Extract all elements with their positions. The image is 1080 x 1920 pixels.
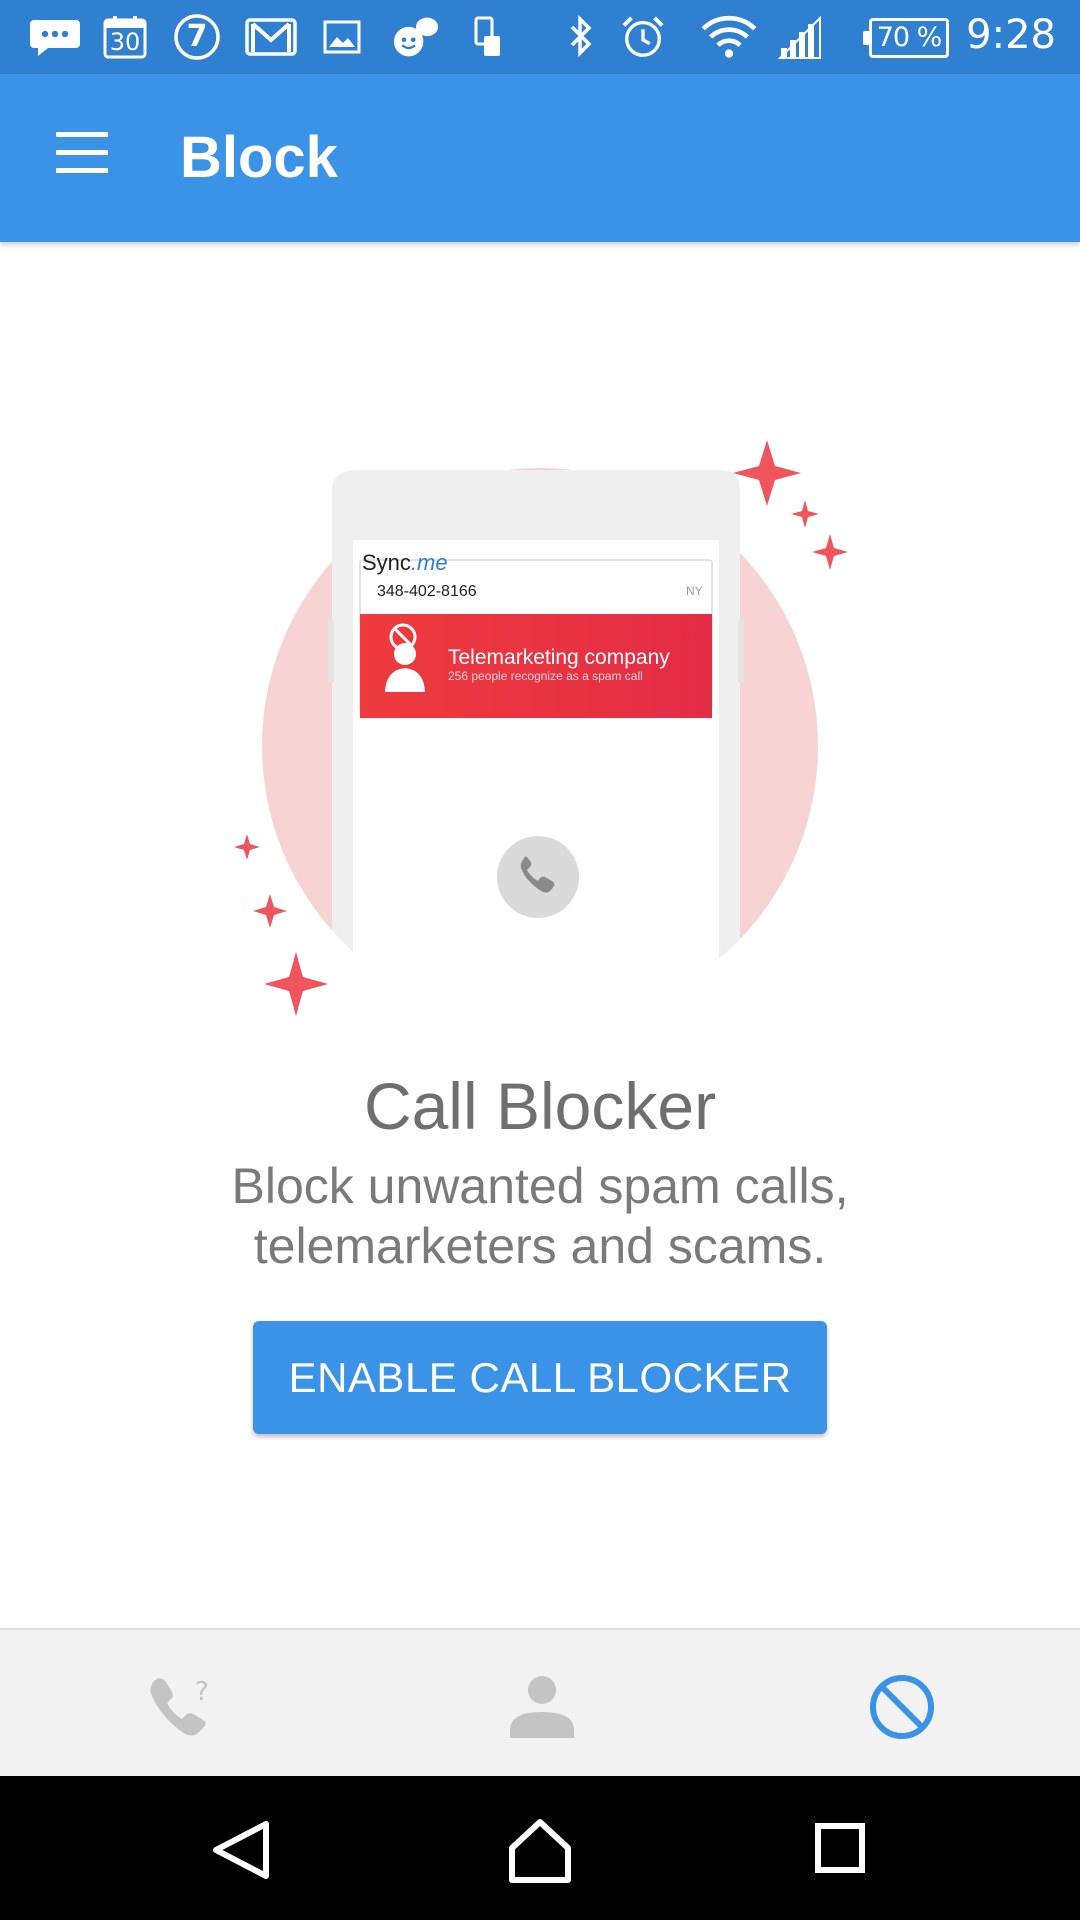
message-icon <box>30 20 80 56</box>
bottom-tab-bar: ? <box>0 1628 1080 1776</box>
home-icon <box>509 1819 571 1883</box>
gmail-icon <box>245 18 297 56</box>
call-blocker-description: Block unwanted spam calls, telemarketers… <box>231 1158 849 1274</box>
screen: 30 7 70 % 9:28 Block Sync.me 348-402-816… <box>0 0 1080 1920</box>
back-button[interactable] <box>192 1800 292 1900</box>
clock: 9:28 <box>966 12 1056 58</box>
status-bar: 30 7 70 % 9:28 <box>0 0 1080 74</box>
gallery-icon <box>323 20 361 54</box>
recents-icon <box>815 1823 865 1873</box>
caller-number: 348-402-8166 <box>377 583 477 600</box>
wifi-icon <box>701 15 757 58</box>
system-nav-bar <box>0 1776 1080 1920</box>
calendar-icon: 30 <box>102 14 148 60</box>
answer-call-button <box>497 836 579 918</box>
alarm-icon <box>622 16 664 57</box>
badge-number: 7 <box>186 19 208 54</box>
call-blocker-illustration: Sync.me 348-402-8166 NY Telemarketing co… <box>234 440 848 1030</box>
back-icon <box>213 1821 269 1879</box>
page-title: Block <box>180 125 338 190</box>
tab-unknown-calls[interactable]: ? <box>0 1630 360 1778</box>
tab-contacts[interactable] <box>360 1630 720 1778</box>
block-icon <box>870 1675 934 1739</box>
badge-icon: 7 <box>172 14 222 60</box>
home-button[interactable] <box>490 1800 590 1900</box>
calendar-day: 30 <box>109 28 141 56</box>
phone-sync-icon <box>474 16 500 56</box>
person-icon <box>510 1676 574 1738</box>
caller-sub: 256 people recognize as a spam call <box>448 669 643 683</box>
hamburger-menu-icon[interactable] <box>52 132 112 176</box>
caller-label: Telemarketing company <box>448 646 670 669</box>
enable-call-blocker-button[interactable]: ENABLE CALL BLOCKER <box>253 1321 827 1434</box>
phone-question-icon: ? <box>150 1677 209 1736</box>
chat-face-icon <box>393 17 439 57</box>
recents-button[interactable] <box>790 1800 890 1900</box>
battery-indicator: 70 % <box>863 18 949 58</box>
tab-block[interactable] <box>720 1630 1080 1778</box>
call-blocker-title: Call Blocker <box>363 1069 717 1143</box>
syncme-brand: Sync.me <box>362 550 448 575</box>
bluetooth-icon <box>570 14 592 58</box>
svg-text:?: ? <box>195 1677 209 1707</box>
app-bar: Block <box>0 74 1080 242</box>
signal-icon <box>777 15 821 59</box>
caller-region: NY <box>686 584 703 598</box>
